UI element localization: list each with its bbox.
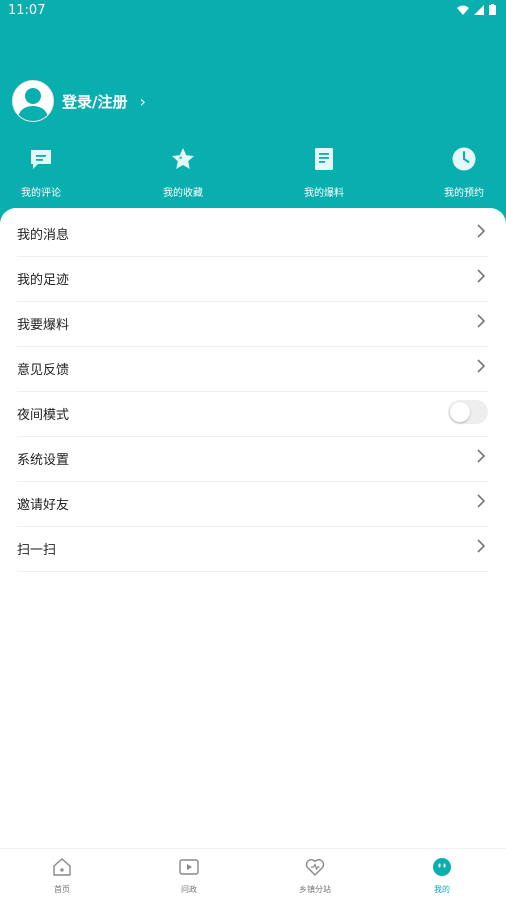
chevron-right-icon — [477, 359, 486, 373]
menu-item-history[interactable]: 我的足迹 — [17, 257, 488, 302]
menu-item-messages[interactable]: 我的消息 — [17, 212, 488, 257]
menu-item-feedback[interactable]: 意见反馈 — [17, 347, 488, 392]
menu-item-label: 系统设置 — [17, 453, 70, 468]
chevron-right-icon — [477, 269, 486, 283]
menu-item-scan[interactable]: 扫一扫 — [17, 527, 488, 572]
menu-item-label: 我要爆料 — [17, 318, 70, 333]
chevron-right-icon: › — [139, 91, 146, 111]
user-face-icon — [433, 858, 451, 876]
tab-town-stations[interactable]: 乡镇分站 — [285, 856, 345, 895]
avatar[interactable] — [12, 80, 54, 122]
shortcut-my-favorites[interactable]: 我的收藏 — [143, 145, 223, 199]
profile-header: 11:07 登录/注册 › 我的评论 我的收藏 我的爆料 我的预约 — [0, 0, 506, 240]
tab-label: 我的 — [434, 885, 450, 894]
chevron-right-icon — [477, 314, 486, 328]
chevron-right-icon — [477, 449, 486, 463]
menu-item-label: 夜间模式 — [17, 408, 70, 423]
tab-label: 问政 — [181, 885, 197, 894]
login-row[interactable]: 登录/注册 › — [12, 80, 146, 122]
default-avatar-icon — [17, 88, 49, 121]
heart-icon — [305, 859, 325, 876]
chevron-right-icon — [477, 224, 486, 238]
shortcut-label: 我的预约 — [444, 188, 484, 199]
comment-icon — [31, 150, 51, 169]
shortcut-label: 我的爆料 — [304, 188, 344, 199]
menu-item-label: 意见反馈 — [17, 363, 70, 378]
shortcut-my-comments[interactable]: 我的评论 — [1, 145, 81, 199]
menu-item-label: 邀请好友 — [17, 498, 70, 513]
tab-inquiry[interactable]: 问政 — [159, 856, 219, 895]
shortcut-my-appointments[interactable]: 我的预约 — [424, 145, 504, 199]
menu-item-label: 我的足迹 — [17, 273, 70, 288]
signal-icon — [474, 4, 484, 15]
tab-home[interactable]: 首页 — [32, 856, 92, 895]
battery-icon — [489, 4, 496, 15]
status-icons — [457, 4, 496, 15]
menu-item-label: 我的消息 — [17, 228, 70, 243]
tab-mine[interactable]: 我的 — [412, 856, 472, 895]
menu-card: 我的消息 我的足迹 我要爆料 意见反馈 夜间模式 系统设置 邀请好友 扫一扫 — [0, 208, 506, 848]
shortcut-label: 我的评论 — [21, 188, 61, 199]
tab-label: 乡镇分站 — [299, 885, 331, 894]
menu-item-settings[interactable]: 系统设置 — [17, 437, 488, 482]
document-icon — [315, 148, 333, 170]
video-play-icon — [179, 859, 199, 875]
toggle-knob — [450, 402, 470, 422]
shortcut-my-reports[interactable]: 我的爆料 — [284, 145, 364, 199]
chevron-right-icon — [477, 539, 486, 553]
wifi-icon — [457, 5, 469, 15]
status-time: 11:07 — [8, 3, 46, 18]
home-icon — [53, 858, 71, 876]
menu-item-invite-friends[interactable]: 邀请好友 — [17, 482, 488, 527]
shortcut-bar: 我的评论 我的收藏 我的爆料 我的预约 — [0, 145, 506, 201]
star-icon — [172, 148, 194, 169]
menu-item-label: 扫一扫 — [17, 543, 57, 558]
shortcut-label: 我的收藏 — [163, 188, 203, 199]
clock-icon — [452, 147, 476, 171]
login-register-link[interactable]: 登录/注册 — [62, 91, 127, 112]
chevron-right-icon — [477, 494, 486, 508]
bottom-tab-bar: 首页 问政 乡镇分站 我的 — [0, 848, 506, 901]
status-bar: 11:07 — [0, 0, 506, 22]
night-mode-toggle[interactable] — [448, 400, 488, 424]
menu-item-submit-report[interactable]: 我要爆料 — [17, 302, 488, 347]
menu-item-night-mode: 夜间模式 — [17, 392, 488, 437]
tab-label: 首页 — [54, 885, 70, 894]
